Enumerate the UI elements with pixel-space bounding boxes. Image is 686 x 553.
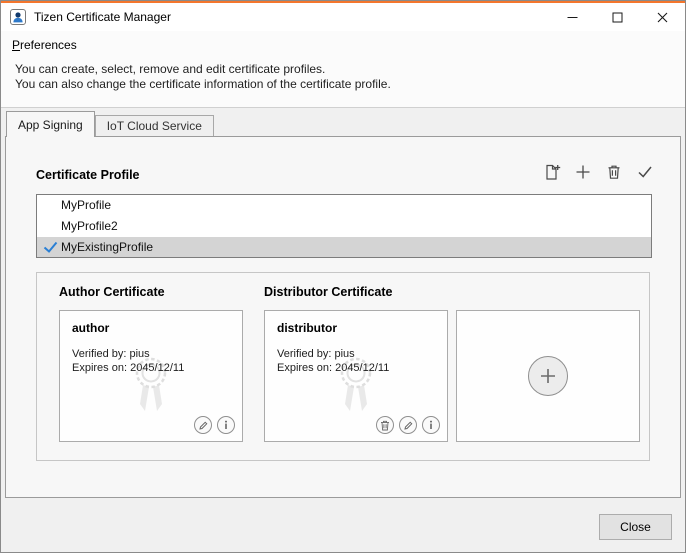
- distributor-certificate-card: distributor Verified by: pius Expires on…: [264, 310, 448, 442]
- header-area: Preferences You can create, select, remo…: [1, 31, 685, 108]
- list-item-myprofile2[interactable]: MyProfile2: [37, 216, 651, 237]
- close-window-button[interactable]: [640, 3, 685, 31]
- distributor-info-icon[interactable]: [422, 416, 440, 434]
- tab-app-signing[interactable]: App Signing: [6, 111, 95, 137]
- tizen-logo-icon: [10, 9, 26, 25]
- description-line-1: You can create, select, remove and edit …: [15, 62, 325, 76]
- titlebar: Tizen Certificate Manager: [1, 3, 685, 31]
- author-certificate-heading: Author Certificate: [59, 285, 165, 299]
- profile-name: MyProfile2: [61, 219, 118, 233]
- author-edit-icon[interactable]: [194, 416, 212, 434]
- empty-certificate-card: [456, 310, 640, 442]
- tab-bar: App Signing IoT Cloud Service: [6, 111, 214, 137]
- add-certificate-icon[interactable]: [528, 356, 568, 396]
- maximize-button[interactable]: [595, 3, 640, 31]
- close-button[interactable]: Close: [599, 514, 672, 540]
- author-card-actions: [194, 416, 235, 434]
- app-signing-panel: Certificate Profile: [5, 136, 681, 498]
- profile-name: MyProfile: [61, 198, 111, 212]
- new-profile-icon[interactable]: [543, 163, 561, 181]
- delete-profile-icon[interactable]: [605, 163, 623, 181]
- tab-iot-cloud-service[interactable]: IoT Cloud Service: [95, 115, 214, 136]
- author-certificate-card: author Verified by: pius Expires on: 204…: [59, 310, 243, 442]
- distributor-card-actions: [376, 416, 440, 434]
- window-controls: [550, 3, 685, 31]
- distributor-verified-by: Verified by: pius: [277, 348, 355, 360]
- menu-preferences[interactable]: Preferences: [5, 34, 84, 56]
- profile-name: MyExistingProfile: [61, 240, 153, 254]
- description-line-2: You can also change the certificate info…: [15, 77, 391, 91]
- distributor-expires-on: Expires on: 2045/12/11: [277, 362, 389, 374]
- list-item-myprofile[interactable]: MyProfile: [37, 195, 651, 216]
- profile-toolbar: [543, 163, 654, 181]
- distributor-cert-name: distributor: [277, 321, 337, 335]
- minimize-button[interactable]: [550, 3, 595, 31]
- set-active-icon[interactable]: [636, 163, 654, 181]
- distributor-delete-icon[interactable]: [376, 416, 394, 434]
- author-expires-on: Expires on: 2045/12/11: [72, 362, 184, 374]
- list-item-myexistingprofile[interactable]: MyExistingProfile: [37, 237, 651, 258]
- author-verified-by: Verified by: pius: [72, 348, 150, 360]
- distributor-edit-icon[interactable]: [399, 416, 417, 434]
- distributor-certificate-heading: Distributor Certificate: [264, 285, 393, 299]
- profile-list: MyProfile MyProfile2 MyExistingProfile: [36, 194, 652, 258]
- author-info-icon[interactable]: [217, 416, 235, 434]
- add-profile-icon[interactable]: [574, 163, 592, 181]
- certificate-profile-title: Certificate Profile: [36, 168, 140, 182]
- author-cert-name: author: [72, 321, 109, 335]
- certificates-groupbox: Author Certificate Distributor Certifica…: [36, 272, 650, 461]
- window-title: Tizen Certificate Manager: [34, 10, 171, 24]
- active-check-icon: [43, 240, 58, 255]
- tizen-certificate-manager-window: Tizen Certificate Manager Preferences Yo…: [0, 0, 686, 553]
